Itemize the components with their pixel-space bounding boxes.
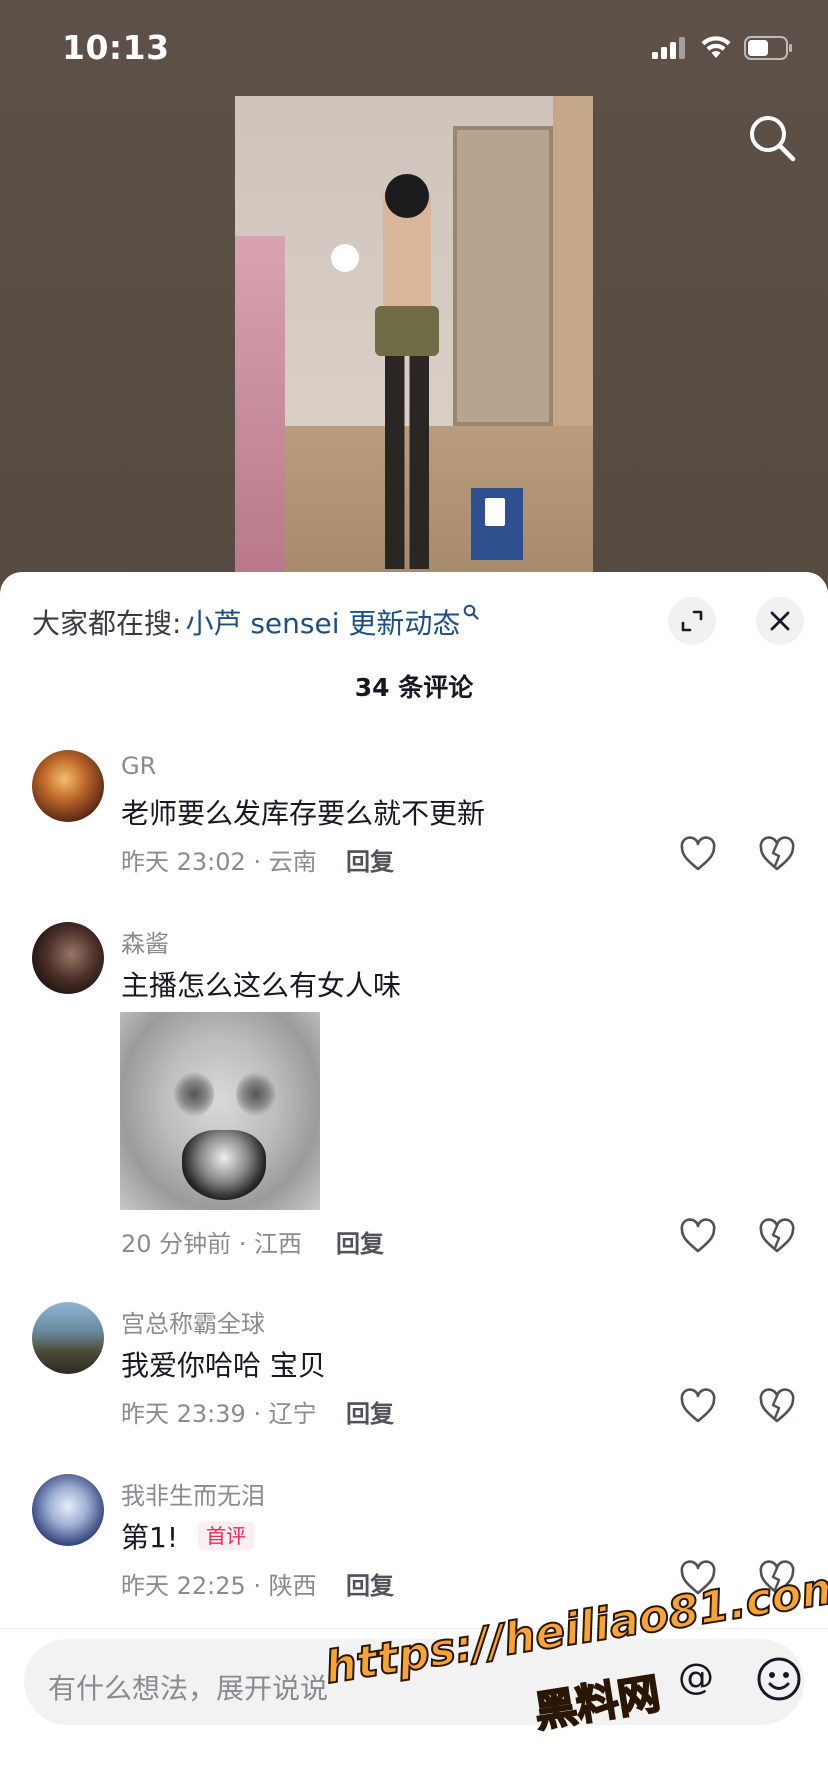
video-dot	[331, 244, 359, 272]
avatar[interactable]	[32, 750, 104, 822]
wifi-icon	[701, 36, 731, 58]
expand-icon	[681, 610, 703, 632]
heart-icon[interactable]	[679, 836, 717, 872]
heart-icon[interactable]	[679, 1218, 717, 1254]
heart-icon[interactable]	[679, 1388, 717, 1424]
comment-text-content: 第1!	[121, 1521, 179, 1554]
hot-search-term[interactable]: 小芦 sensei 更新动态	[185, 602, 460, 642]
broken-heart-icon[interactable]	[758, 1218, 796, 1254]
comment-username[interactable]: 森酱	[121, 924, 169, 959]
comment-text: 老师要么发库存要么就不更新	[121, 797, 486, 830]
status-icons	[652, 36, 794, 60]
comment-username[interactable]: GR	[121, 752, 156, 780]
comment-text: 第1! 首评	[121, 1516, 255, 1556]
comment-username[interactable]: 我非生而无泪	[121, 1476, 265, 1511]
comment-meta: 昨天 23:39 · 辽宁	[121, 1400, 317, 1428]
comment-text: 我爱你哈哈 宝贝	[121, 1349, 326, 1382]
hot-search[interactable]: 大家都在搜: 小芦 sensei 更新动态	[32, 602, 480, 642]
video-frame[interactable]	[235, 96, 593, 572]
comment-meta: 20 分钟前 · 江西	[121, 1230, 303, 1258]
avatar[interactable]	[32, 1302, 104, 1374]
avatar[interactable]	[32, 922, 104, 994]
first-comment-badge: 首评	[198, 1522, 255, 1550]
close-icon	[770, 611, 790, 631]
video-door	[453, 126, 553, 426]
comment-item[interactable]: GR 老师要么发库存要么就不更新 昨天 23:02 · 云南 回复	[0, 750, 828, 890]
reply-button[interactable]: 回复	[346, 842, 394, 877]
expand-button[interactable]	[668, 597, 716, 645]
search-icon[interactable]	[746, 112, 798, 164]
comment-item[interactable]: 森酱 主播怎么这么有女人味 20 分钟前 · 江西 回复	[0, 922, 828, 1258]
comment-meta: 昨天 22:25 · 陕西	[121, 1572, 317, 1600]
comment-sticker-image[interactable]	[120, 1012, 320, 1210]
battery-icon	[744, 36, 792, 60]
signal-icon	[652, 37, 685, 59]
comment-input-placeholder: 有什么想法，展开说说	[48, 1672, 329, 1705]
comment-text: 主播怎么这么有女人味	[121, 969, 402, 1002]
reply-button[interactable]: 回复	[336, 1224, 384, 1259]
comment-count: 34 条评论	[354, 673, 474, 702]
video-figure-head	[385, 174, 429, 218]
video-clothes-rack	[235, 236, 285, 572]
comment-meta: 昨天 23:02 · 云南	[121, 848, 317, 876]
broken-heart-icon[interactable]	[758, 1388, 796, 1424]
video-figure-skirt	[375, 306, 439, 356]
avatar[interactable]	[32, 1474, 104, 1546]
close-button[interactable]	[756, 597, 804, 645]
comment-item[interactable]: 宫总称霸全球 我爱你哈哈 宝贝 昨天 23:39 · 辽宁 回复	[0, 1302, 828, 1442]
watermark-name: 黑料网	[530, 1668, 664, 1738]
comment-username[interactable]: 宫总称霸全球	[121, 1304, 265, 1339]
video-box	[471, 488, 523, 560]
video-figure-legs	[385, 354, 429, 569]
status-time: 10:13	[62, 28, 170, 67]
status-bar: 10:13	[0, 0, 828, 100]
reply-button[interactable]: 回复	[346, 1394, 394, 1429]
hot-search-label: 大家都在搜:	[32, 607, 182, 640]
broken-heart-icon[interactable]	[758, 836, 796, 872]
hot-search-magnifier-icon	[463, 604, 480, 625]
